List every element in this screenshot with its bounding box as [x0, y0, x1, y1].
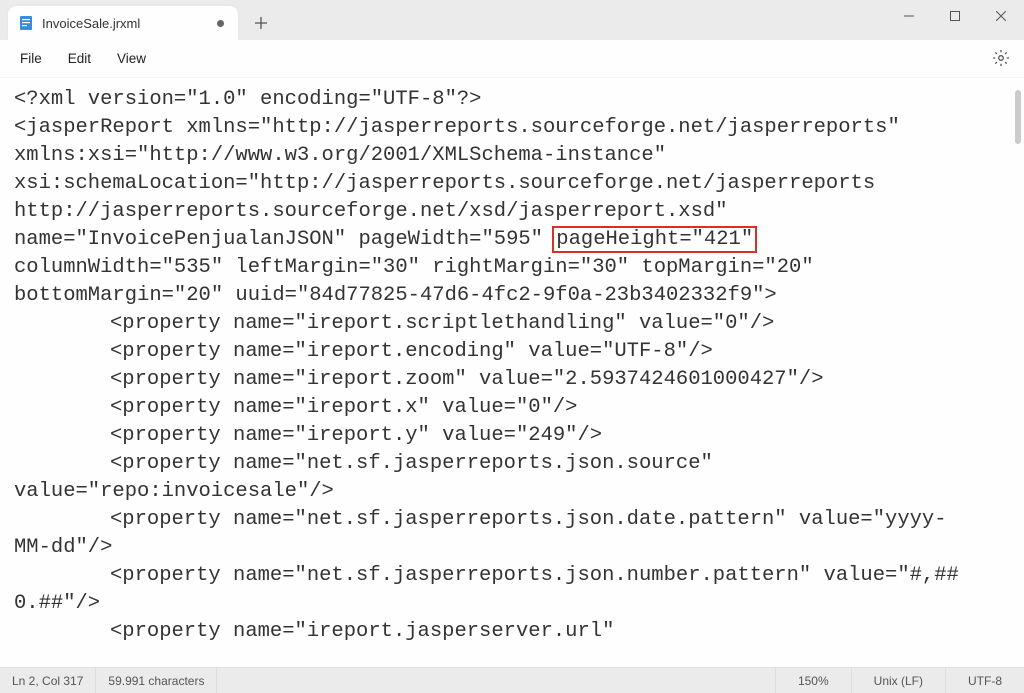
code-line: value="repo:invoicesale"/>: [14, 478, 1010, 506]
code-line: <property name="ireport.x" value="0"/>: [14, 394, 1010, 422]
code-line: columnWidth="535" leftMargin="30" rightM…: [14, 254, 1010, 282]
tab-modified-indicator: [217, 20, 224, 27]
status-position[interactable]: Ln 2, Col 317: [0, 668, 96, 693]
tab-active[interactable]: InvoiceSale.jrxml: [8, 6, 238, 40]
vertical-scrollbar[interactable]: [1015, 90, 1021, 144]
window-controls: [886, 0, 1024, 32]
code-line: <property name="ireport.y" value="249"/>: [14, 422, 1010, 450]
code-line: <property name="ireport.zoom" value="2.5…: [14, 366, 1010, 394]
highlighted-attribute: pageHeight="421": [552, 226, 757, 253]
menu-file[interactable]: File: [10, 45, 52, 72]
maximize-button[interactable]: [932, 0, 978, 32]
new-tab-button[interactable]: [246, 8, 276, 38]
code-line: <property name="ireport.jasperserver.url…: [14, 618, 1010, 646]
code-editor[interactable]: <?xml version="1.0" encoding="UTF-8"?><j…: [0, 78, 1024, 654]
code-line: <jasperReport xmlns="http://jasperreport…: [14, 114, 1010, 142]
status-zoom[interactable]: 150%: [775, 668, 851, 693]
file-icon: [18, 15, 34, 31]
gear-icon[interactable]: [992, 49, 1010, 72]
minimize-button[interactable]: [886, 0, 932, 32]
code-line: <property name="net.sf.jasperreports.jso…: [14, 450, 1010, 478]
editor-area[interactable]: <?xml version="1.0" encoding="UTF-8"?><j…: [0, 78, 1024, 667]
close-button[interactable]: [978, 0, 1024, 32]
menu-view[interactable]: View: [107, 45, 156, 72]
tab-filename: InvoiceSale.jrxml: [42, 16, 209, 31]
status-lineending[interactable]: Unix (LF): [851, 668, 945, 693]
code-line: <property name="net.sf.jasperreports.jso…: [14, 562, 1010, 590]
code-line: <property name="ireport.encoding" value=…: [14, 338, 1010, 366]
code-line: bottomMargin="20" uuid="84d77825-47d6-4f…: [14, 282, 1010, 310]
code-line: xsi:schemaLocation="http://jasperreports…: [14, 170, 1010, 198]
code-line: <property name="ireport.scriptlethandlin…: [14, 310, 1010, 338]
code-line: http://jasperreports.sourceforge.net/xsd…: [14, 198, 1010, 226]
menubar: File Edit View: [0, 40, 1024, 78]
code-line: <?xml version="1.0" encoding="UTF-8"?>: [14, 86, 1010, 114]
code-line: 0.##"/>: [14, 590, 1010, 618]
menu-edit[interactable]: Edit: [58, 45, 101, 72]
code-line: xmlns:xsi="http://www.w3.org/2001/XMLSch…: [14, 142, 1010, 170]
status-chars[interactable]: 59.991 characters: [96, 668, 217, 693]
statusbar: Ln 2, Col 317 59.991 characters 150% Uni…: [0, 667, 1024, 693]
code-line: MM-dd"/>: [14, 534, 1010, 562]
code-line: name="InvoicePenjualanJSON" pageWidth="5…: [14, 226, 1010, 254]
status-encoding[interactable]: UTF-8: [945, 668, 1024, 693]
status-right-group: 150% Unix (LF) UTF-8: [775, 668, 1024, 693]
titlebar: InvoiceSale.jrxml: [0, 0, 1024, 40]
code-line: <property name="net.sf.jasperreports.jso…: [14, 506, 1010, 534]
